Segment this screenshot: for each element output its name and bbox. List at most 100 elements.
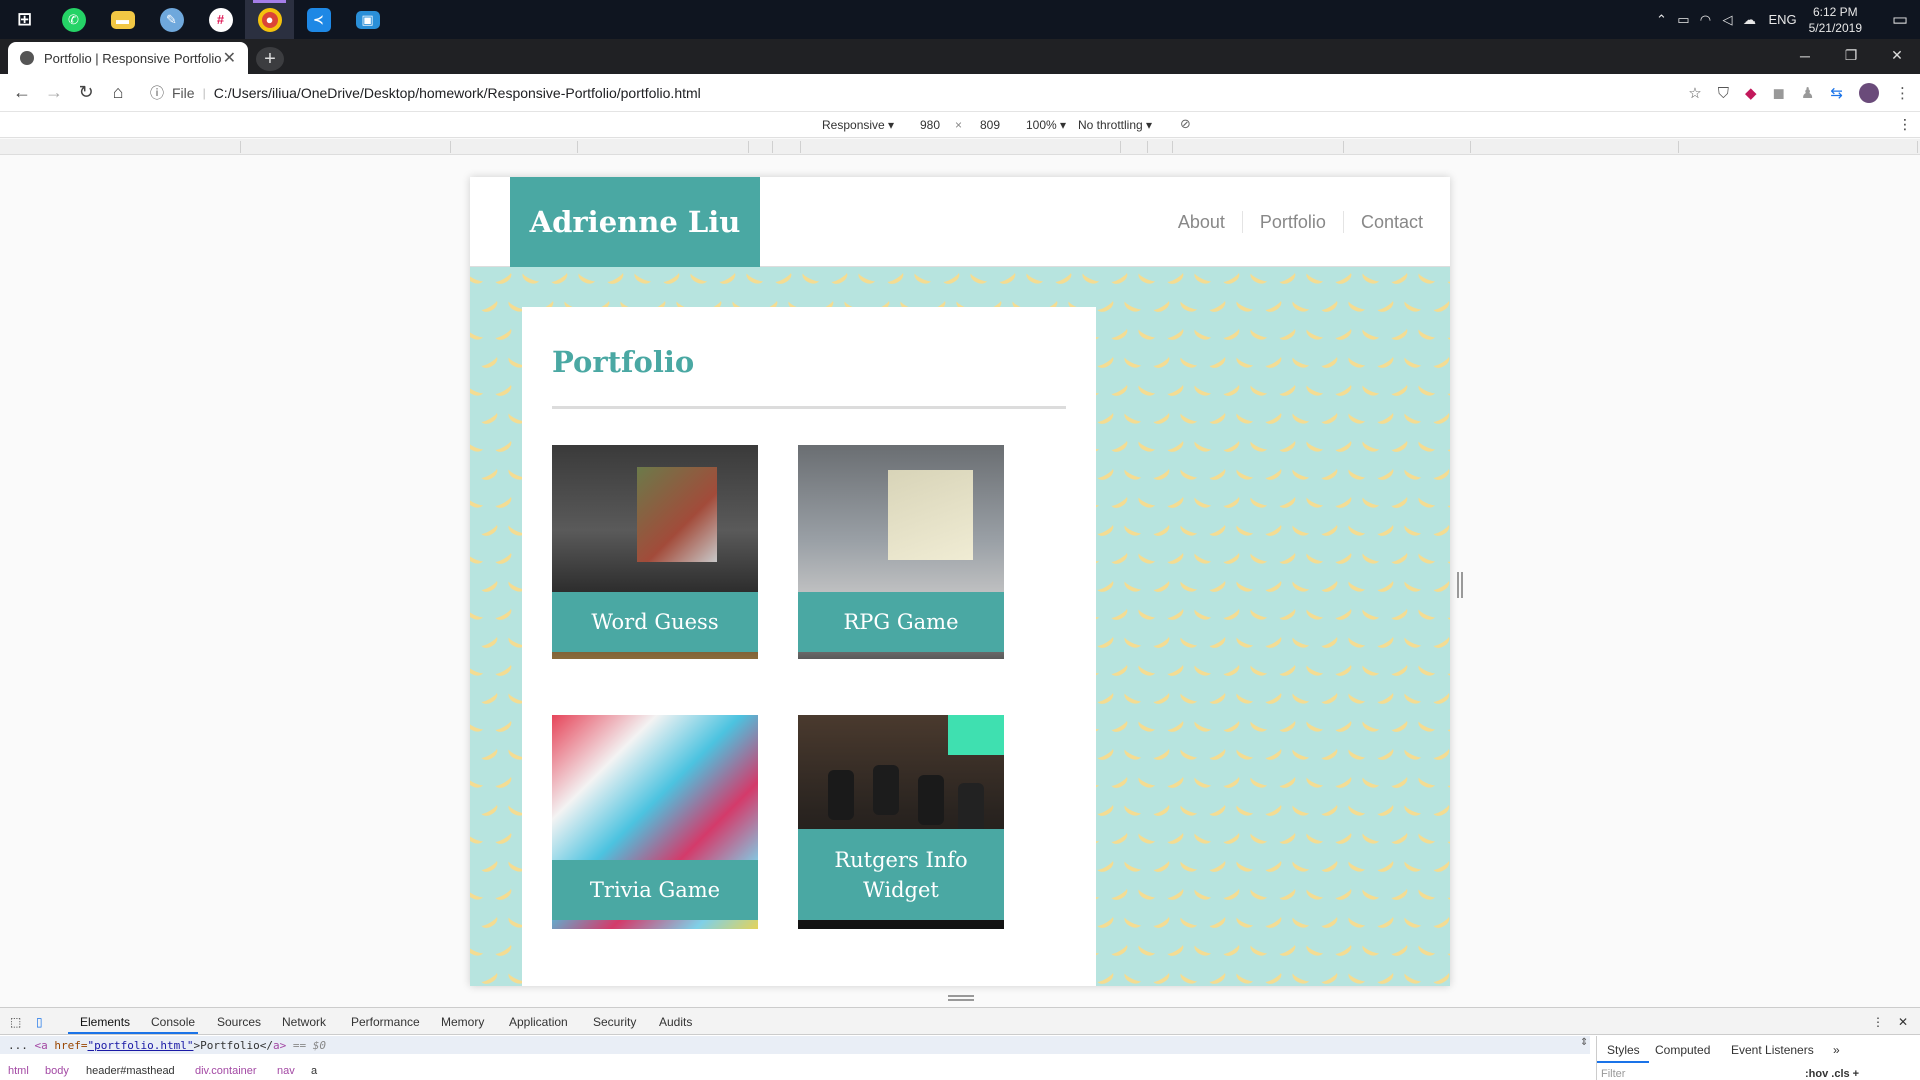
tab-close-icon[interactable]: ✕	[223, 48, 236, 68]
taskbar-app-paint[interactable]: ✎	[147, 0, 196, 39]
info-icon[interactable]: ⓘ	[150, 83, 164, 103]
breadcrumb-item[interactable]: html	[8, 1065, 29, 1077]
extension-icon[interactable]: ♟	[1801, 84, 1814, 102]
tab-styles[interactable]: Styles	[1607, 1043, 1640, 1057]
breadcrumb-item[interactable]: a	[311, 1065, 317, 1077]
more-tabs-icon[interactable]: »	[1833, 1043, 1840, 1057]
node-attribute-value[interactable]: "portfolio.html"	[88, 1039, 194, 1052]
extension-icon[interactable]: ⇆	[1830, 84, 1843, 102]
viewport-width-input[interactable]: 980	[920, 118, 940, 132]
close-window-button[interactable]: ✕	[1874, 39, 1920, 72]
bookmark-star-icon[interactable]: ☆	[1688, 84, 1701, 102]
profile-avatar[interactable]	[1859, 83, 1879, 103]
breadcrumb-item[interactable]: nav	[277, 1065, 295, 1077]
rotate-icon[interactable]: ⊘	[1180, 116, 1191, 132]
minimize-button[interactable]: ─	[1782, 39, 1828, 72]
extension-icon[interactable]: ◆	[1745, 84, 1757, 102]
home-icon[interactable]: ⌂	[102, 82, 134, 103]
nav-link-portfolio[interactable]: Portfolio	[1241, 211, 1343, 233]
tab-computed[interactable]: Computed	[1655, 1043, 1710, 1057]
devtools-menu-kebab-icon[interactable]: ⋮	[1872, 1015, 1884, 1029]
forward-icon[interactable]: →	[38, 82, 70, 103]
menu-kebab-icon[interactable]: ⋮	[1895, 84, 1910, 102]
zoom-select[interactable]: 100% ▾	[1026, 118, 1066, 132]
tab-memory[interactable]: Memory	[441, 1015, 484, 1029]
knob	[918, 775, 944, 825]
banana-pattern-mark	[1122, 967, 1144, 986]
styles-filter-input[interactable]: Filter	[1601, 1068, 1771, 1080]
tab-elements[interactable]: Elements	[80, 1015, 130, 1029]
banana-pattern-mark	[478, 631, 500, 651]
banana-pattern-mark	[1178, 911, 1200, 931]
onedrive-cloud-icon[interactable]: ☁	[1738, 12, 1760, 28]
tab-event-listeners[interactable]: Event Listeners	[1731, 1043, 1814, 1057]
taskbar-app-other[interactable]: ▣	[343, 0, 392, 39]
banana-pattern-mark	[1178, 855, 1200, 875]
inspect-element-icon[interactable]: ⬚	[10, 1015, 21, 1029]
tab-audits[interactable]: Audits	[659, 1015, 692, 1029]
project-card-rutgers-info-widget[interactable]: Rutgers Info Widget	[798, 715, 1004, 929]
taskbar-app-slack[interactable]: #	[196, 0, 245, 39]
browser-tab[interactable]: Portfolio | Responsive Portfolio ✕	[8, 42, 248, 74]
devtools-close-icon[interactable]: ✕	[1898, 1015, 1908, 1029]
banana-pattern-mark	[1276, 603, 1298, 623]
hov-cls-toggles[interactable]: :hov .cls +	[1805, 1068, 1859, 1080]
taskbar-app-vscode[interactable]: ≺	[294, 0, 343, 39]
banana-pattern-mark	[1262, 631, 1284, 651]
clock[interactable]: 6:12 PM 5/21/2019	[1809, 4, 1862, 36]
project-card-trivia-game[interactable]: Trivia Game	[552, 715, 758, 929]
viewport-resize-handle-bottom[interactable]	[948, 995, 974, 1001]
banana-pattern-mark	[1430, 911, 1450, 931]
banana-pattern-mark	[1164, 827, 1186, 847]
throttling-select[interactable]: No throttling ▾	[1078, 118, 1152, 132]
reload-icon[interactable]: ↻	[70, 82, 102, 103]
battery-icon[interactable]: ▭	[1672, 12, 1694, 28]
windows-start-icon: ⊞	[16, 9, 33, 29]
back-icon[interactable]: ←	[6, 82, 38, 103]
banana-pattern-mark	[1360, 547, 1382, 567]
breadcrumb-item[interactable]: body	[45, 1065, 69, 1077]
viewport-resize-handle-right[interactable]	[1457, 572, 1463, 598]
tab-performance[interactable]: Performance	[351, 1015, 420, 1029]
banana-pattern-mark	[1430, 799, 1450, 819]
brand-logo[interactable]: Adrienne Liu	[510, 177, 760, 267]
tab-sources[interactable]: Sources	[217, 1015, 261, 1029]
banana-pattern-mark	[1346, 463, 1368, 483]
toolbar-actions: ☆ ⛉ ◆ ◼ ♟ ⇆ ⋮	[1688, 74, 1910, 112]
banana-pattern-mark	[1416, 435, 1438, 455]
chevron-up-icon[interactable]: ⌃	[1650, 12, 1672, 28]
tab-network[interactable]: Network	[282, 1015, 326, 1029]
extension-icon[interactable]: ◼	[1773, 84, 1785, 102]
breadcrumb-item[interactable]: header#masthead	[86, 1065, 175, 1077]
notification-icon[interactable]: ▭	[1880, 0, 1920, 39]
shield-extension-icon[interactable]: ⛉	[1718, 85, 1729, 102]
device-toggle-icon[interactable]: ▯	[36, 1015, 43, 1029]
nav-link-about[interactable]: About	[1161, 211, 1242, 233]
nav-link-contact[interactable]: Contact	[1342, 211, 1440, 233]
selected-dom-node[interactable]: ... <a href="portfolio.html">Portfolio</…	[0, 1036, 1590, 1054]
banana-pattern-mark	[1206, 799, 1228, 819]
wifi-icon[interactable]: ◠	[1694, 12, 1716, 28]
device-menu-kebab-icon[interactable]: ⋮	[1898, 116, 1912, 133]
banana-pattern-mark	[1444, 603, 1450, 623]
tab-console[interactable]: Console	[151, 1015, 195, 1029]
new-tab-button[interactable]: +	[256, 47, 284, 71]
browser-tab-strip: Portfolio | Responsive Portfolio ✕ + ─ ❐…	[0, 39, 1920, 74]
breadcrumb-item[interactable]: div.container	[195, 1065, 257, 1077]
device-mode-select[interactable]: Responsive ▾	[822, 118, 894, 132]
language-indicator[interactable]: ENG	[1768, 12, 1796, 27]
restore-button[interactable]: ❐	[1828, 39, 1874, 72]
banana-pattern-mark	[1276, 435, 1298, 455]
windows-start-button[interactable]: ⊞	[0, 0, 49, 39]
volume-icon[interactable]: ◁	[1716, 12, 1738, 28]
project-card-rpg-game[interactable]: RPG Game	[798, 445, 1004, 659]
taskbar-app-file-explorer[interactable]: ▬	[98, 0, 147, 39]
project-card-word-guess[interactable]: Word Guess	[552, 445, 758, 659]
taskbar-app-whatsapp[interactable]: ✆	[49, 0, 98, 39]
viewport-height-input[interactable]: 809	[980, 118, 1000, 132]
tab-security[interactable]: Security	[593, 1015, 636, 1029]
tab-application[interactable]: Application	[509, 1015, 568, 1029]
scroll-stepper-icon[interactable]: ⇕	[1580, 1037, 1588, 1048]
taskbar-app-chrome[interactable]: ●	[245, 0, 294, 39]
url-input[interactable]: C:/Users/iliua/OneDrive/Desktop/homework…	[214, 85, 701, 101]
